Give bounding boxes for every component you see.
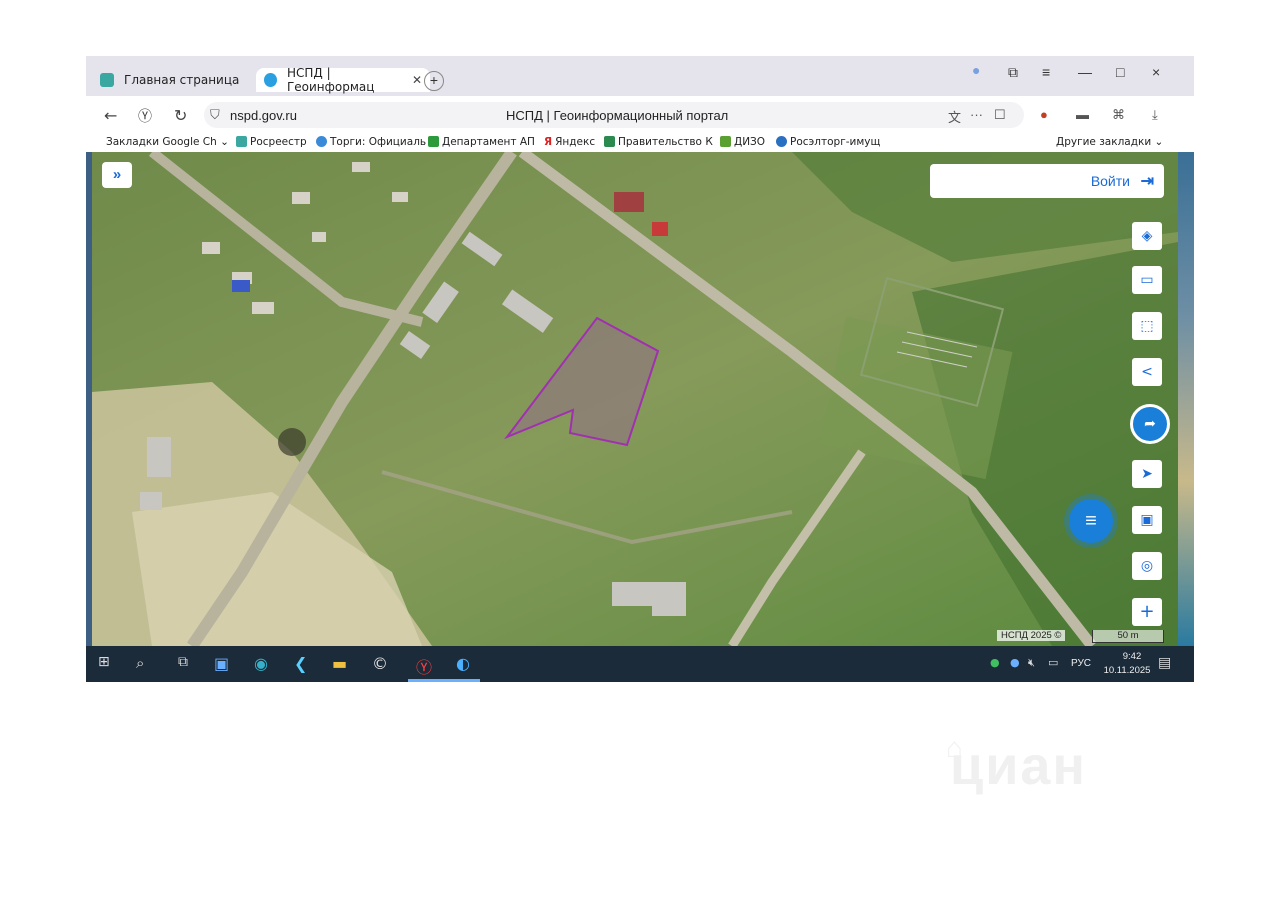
- bookmark-torgi[interactable]: Торги: Официаль: [316, 136, 426, 148]
- volume-muted-icon[interactable]: 🔇︎: [1028, 656, 1035, 670]
- ruler-icon[interactable]: ▭: [1132, 266, 1162, 294]
- download-icon[interactable]: ⤓: [1152, 107, 1158, 123]
- tab-label: Главная страница: [124, 73, 240, 87]
- close-window-button[interactable]: ×: [1152, 64, 1160, 80]
- zoom-in-icon[interactable]: +: [1132, 598, 1162, 626]
- dizo-icon: [720, 136, 731, 147]
- bookmarks-bar: Закладки Google Ch ⌄ Росреестр Торги: Оф…: [86, 134, 1194, 152]
- app-c-icon[interactable]: ©: [372, 654, 388, 673]
- bookmark-gov[interactable]: Правительство К: [604, 136, 713, 148]
- gov-icon: [604, 136, 615, 147]
- minimize-button[interactable]: —: [1078, 64, 1092, 80]
- url-text[interactable]: nspd.gov.ru: [230, 108, 297, 123]
- collections-icon[interactable]: ⌘: [1112, 107, 1125, 123]
- file-explorer-icon[interactable]: ▬: [332, 654, 347, 673]
- menu-icon[interactable]: ≡: [1042, 64, 1050, 80]
- bookmark-google-folder[interactable]: Закладки Google Ch ⌄: [106, 136, 229, 148]
- tab-home[interactable]: Главная страница: [100, 68, 250, 92]
- yandex-browser-icon[interactable]: Ⓨ: [416, 654, 432, 678]
- app-globe-icon[interactable]: ◐: [456, 654, 470, 673]
- bookmark-dizo[interactable]: ДИЗО: [720, 136, 765, 148]
- watermark: циан: [950, 736, 1088, 796]
- login-label[interactable]: Войти: [1091, 173, 1130, 189]
- translate-icon[interactable]: 文: [948, 107, 961, 126]
- map-attribution: НСПД 2025 ©: [997, 630, 1066, 641]
- login-icon[interactable]: ⇥: [1141, 171, 1154, 191]
- search-icon[interactable]: ⌕: [136, 654, 144, 672]
- clock-time[interactable]: 9:42: [1112, 651, 1152, 662]
- maximize-button[interactable]: □: [1116, 64, 1124, 80]
- bookmark-icon[interactable]: ☐: [994, 107, 1006, 123]
- tray-shield-icon[interactable]: ●: [1010, 656, 1020, 669]
- new-tab-button[interactable]: +: [424, 71, 444, 91]
- mask-icon[interactable]: ▬: [1076, 107, 1089, 122]
- bookmark-yandex[interactable]: Я Яндекс: [544, 136, 595, 148]
- select-area-icon[interactable]: ⬚: [1132, 312, 1162, 340]
- address-bar: ← Ⓨ ↻ ⛉ nspd.gov.ru НСПД | Геоинформацио…: [86, 96, 1194, 134]
- satellite-map[interactable]: » Войти ⇥ ◈ ▭ ⬚ < ➦ ➤ ▣ ◎ + ≡ НСПД 2025 …: [92, 152, 1178, 646]
- other-bookmarks[interactable]: Другие закладки ⌄: [1056, 136, 1163, 148]
- tab-nspd[interactable]: НСПД | Геоинформац ✕: [256, 66, 430, 94]
- map-imagery: [92, 152, 1178, 646]
- extension-icon[interactable]: ●: [1040, 107, 1048, 122]
- yandex-circle-icon[interactable]: Ⓨ: [138, 106, 152, 126]
- edge-icon[interactable]: ◉: [254, 654, 268, 673]
- active-app-indicator: [408, 679, 480, 682]
- app-arrow-icon[interactable]: ❮: [294, 654, 307, 673]
- desktop-edge-right: [1178, 152, 1194, 646]
- scale-bar: 50 m: [1092, 630, 1164, 643]
- rosreestr-favicon-icon: [100, 73, 114, 87]
- torgi-icon: [316, 136, 327, 147]
- windows-start-icon[interactable]: ⊞: [98, 654, 110, 670]
- tabs-icon[interactable]: ⧉: [1008, 64, 1018, 81]
- expand-panel-button[interactable]: »: [102, 162, 132, 188]
- close-tab-icon[interactable]: ✕: [412, 73, 422, 87]
- locate-icon[interactable]: ➤: [1132, 460, 1162, 488]
- bookmark-dept[interactable]: Департамент АП: [428, 136, 535, 148]
- taskbar: ⊞ ⌕ ⧉ ▣ ◉ ❮ ▬ © Ⓨ ◐ ● ● 🔇︎ ▭ РУС 9:42 10…: [86, 646, 1194, 682]
- page-title: НСПД | Геоинформационный портал: [506, 108, 729, 123]
- layers-icon[interactable]: ◈: [1132, 222, 1162, 250]
- more-icon[interactable]: ···: [970, 107, 983, 122]
- share-icon[interactable]: <: [1132, 358, 1162, 386]
- login-bar[interactable]: Войти ⇥: [930, 164, 1164, 198]
- dept-icon: [428, 136, 439, 147]
- shield-icon: ⛉: [210, 107, 220, 122]
- browser-tab-bar: Главная страница НСПД | Геоинформац ✕ + …: [86, 56, 1194, 96]
- bookmark-roseltorg[interactable]: Росэлторг-имущ: [776, 136, 880, 148]
- tab-label: НСПД | Геоинформац: [286, 66, 375, 94]
- screen-icon[interactable]: ▣: [1132, 506, 1162, 534]
- back-icon[interactable]: ←: [104, 106, 117, 125]
- screenshot-frame: Главная страница НСПД | Геоинформац ✕ + …: [86, 56, 1194, 682]
- yandex-icon: Я: [544, 136, 553, 148]
- chat-button[interactable]: ≡: [1069, 499, 1113, 543]
- tray-app-icon[interactable]: ●: [990, 656, 1000, 669]
- rosreestr-icon: [236, 136, 247, 147]
- language-indicator[interactable]: РУС: [1071, 658, 1091, 669]
- task-view-icon[interactable]: ⧉: [178, 654, 188, 670]
- nspd-favicon-icon: [264, 73, 277, 87]
- network-icon[interactable]: ▭: [1048, 656, 1058, 669]
- reload-icon[interactable]: ↻: [174, 106, 187, 125]
- nspd-logo-icon[interactable]: ➦: [1130, 404, 1170, 444]
- search-point-icon[interactable]: ◎: [1132, 552, 1162, 580]
- clock-date[interactable]: 10.11.2025: [1100, 665, 1154, 676]
- notifications-icon[interactable]: ▤: [1158, 655, 1171, 671]
- profile-icon[interactable]: ●: [972, 62, 980, 78]
- save-app-icon[interactable]: ▣: [214, 654, 229, 673]
- roseltorg-icon: [776, 136, 787, 147]
- bookmark-rosreestr[interactable]: Росреестр: [236, 136, 307, 148]
